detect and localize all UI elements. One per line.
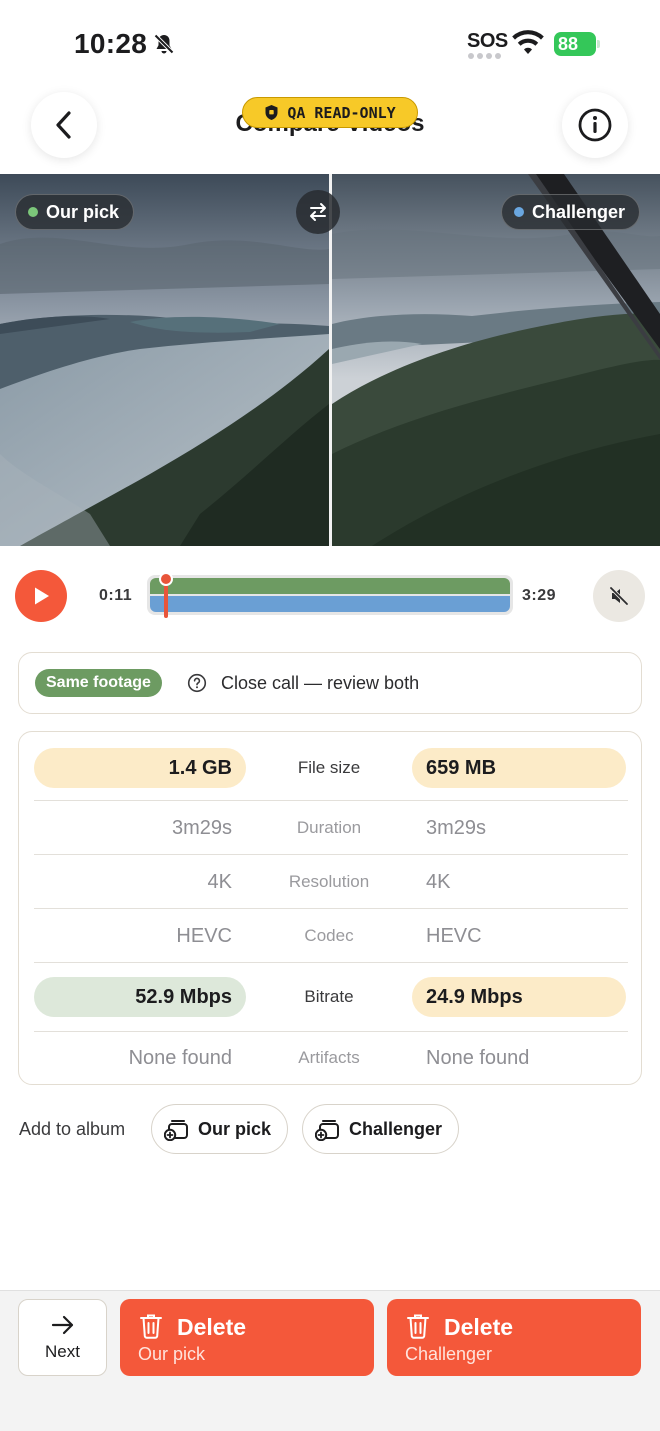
qa-readonly-badge: QA READ-ONLY <box>242 97 418 128</box>
delete-our-pick-title: Delete <box>177 1314 247 1340</box>
arrow-right-icon <box>51 1315 73 1334</box>
speaker-slash-icon <box>609 586 629 606</box>
stat-row-file-size: 1.4 GB File size 659 MB <box>34 746 628 801</box>
battery-indicator: 88 <box>554 32 600 56</box>
our-pick-label: Our pick <box>15 194 135 230</box>
challenger-label: Challenger <box>501 194 641 230</box>
album-challenger-label: Challenger <box>349 1118 443 1139</box>
file-size-our-pick: 1.4 GB <box>34 748 246 788</box>
signal-dots <box>468 53 504 59</box>
status-bar: 10:28 SOS 88 <box>0 0 660 90</box>
challenger-dot <box>514 207 524 217</box>
stat-row-artifacts: None found Artifacts None found <box>34 1032 628 1086</box>
question-circle-icon[interactable] <box>187 673 207 693</box>
codec-our-pick: HEVC <box>176 925 232 947</box>
timeline-challenger-track <box>150 596 510 612</box>
stat-row-duration: 3m29s Duration 3m29s <box>34 801 628 855</box>
artifacts-label: Artifacts <box>298 1048 360 1067</box>
duration-label: Duration <box>296 818 362 837</box>
play-button[interactable] <box>15 570 67 622</box>
resolution-label: Resolution <box>288 872 370 891</box>
video-comparison[interactable]: Our pick Challenger <box>0 174 660 546</box>
resolution-challenger: 4K <box>426 871 451 893</box>
total-time: 3:29 <box>522 587 557 604</box>
shield-icon <box>265 105 278 120</box>
sos-indicator: SOS <box>467 30 508 52</box>
stat-row-resolution: 4K Resolution 4K <box>34 855 628 909</box>
album-add-icon <box>164 1120 188 1141</box>
next-button[interactable]: Next <box>18 1299 107 1376</box>
delete-challenger-subtitle: Challenger <box>405 1344 493 1364</box>
codec-label: Codec <box>304 926 354 945</box>
add-to-album-label: Add to album <box>19 1119 126 1139</box>
resolution-our-pick: 4K <box>207 871 232 893</box>
file-size-challenger: 659 MB <box>412 748 626 788</box>
stat-row-codec: HEVC Codec HEVC <box>34 909 628 963</box>
duration-challenger: 3m29s <box>426 817 487 839</box>
artifacts-challenger: None found <box>426 1047 530 1069</box>
add-challenger-to-album-button[interactable]: Challenger <box>302 1104 460 1154</box>
codec-challenger: HEVC <box>426 925 482 947</box>
delete-challenger-button[interactable]: Delete Challenger <box>387 1299 641 1376</box>
same-footage-badge: Same footage <box>35 669 162 697</box>
info-button[interactable] <box>562 92 628 158</box>
wifi-icon <box>512 30 544 54</box>
duration-our-pick: 3m29s <box>171 817 232 839</box>
swap-arrows-icon <box>310 203 326 221</box>
comparison-stats-card: 1.4 GB File size 659 MB 3m29s Duration 3… <box>18 731 642 1085</box>
add-our-pick-to-album-button[interactable]: Our pick <box>151 1104 289 1154</box>
delete-our-pick-subtitle: Our pick <box>138 1344 206 1364</box>
delete-challenger-title: Delete <box>444 1314 514 1340</box>
trash-icon <box>407 1314 429 1339</box>
bitrate-label: Bitrate <box>304 987 354 1006</box>
next-label: Next <box>45 1341 80 1361</box>
file-size-label: File size <box>297 758 361 777</box>
bitrate-challenger: 24.9 Mbps <box>412 977 626 1017</box>
verdict-text: Close call — review both <box>221 673 420 693</box>
play-icon <box>35 587 49 605</box>
current-time: 0:11 <box>99 587 133 604</box>
bell-slash-icon <box>154 34 174 54</box>
delete-our-pick-button[interactable]: Delete Our pick <box>120 1299 374 1376</box>
our-pick-dot <box>28 207 38 217</box>
artifacts-our-pick: None found <box>128 1047 232 1069</box>
timeline-our-pick-track <box>150 578 510 594</box>
verdict-card: Same footage Close call — review both <box>18 652 642 714</box>
bitrate-our-pick: 52.9 Mbps <box>34 977 246 1017</box>
info-circle-icon <box>578 108 612 142</box>
mute-button[interactable] <box>593 570 645 622</box>
trash-icon <box>140 1314 162 1339</box>
status-time: 10:28 <box>74 28 148 59</box>
album-our-pick-label: Our pick <box>198 1118 272 1139</box>
qa-badge-label: QA READ-ONLY <box>287 103 396 122</box>
timeline-scrubber[interactable] <box>147 575 513 615</box>
battery-level: 88 <box>554 32 596 56</box>
challenger-label-text: Challenger <box>532 201 626 222</box>
our-pick-label-text: Our pick <box>46 201 120 222</box>
swap-button[interactable] <box>296 190 340 234</box>
playhead-handle[interactable] <box>159 572 173 586</box>
stat-row-bitrate: 52.9 Mbps Bitrate 24.9 Mbps <box>34 963 628 1032</box>
album-add-icon <box>315 1120 339 1141</box>
